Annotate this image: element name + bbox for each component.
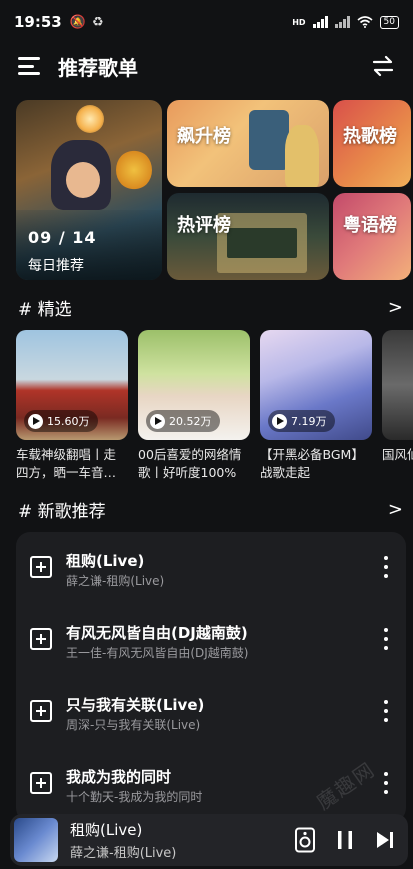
daily-date: 09 / 14 — [28, 228, 97, 247]
soar-chart-card[interactable]: 飙升榜 — [167, 100, 329, 187]
add-song-icon[interactable] — [30, 556, 52, 578]
play-count-badge: 7.19万 — [268, 410, 335, 432]
play-icon — [28, 413, 43, 429]
now-playing-cover[interactable] — [14, 818, 58, 862]
flowers-illustration — [116, 150, 152, 190]
signal-icon — [312, 16, 328, 28]
status-time: 19:53 — [14, 13, 62, 31]
speaker-icon[interactable] — [294, 827, 316, 853]
menu-icon[interactable] — [18, 57, 40, 75]
featured-section-header: # 精选 > — [18, 292, 403, 322]
playlist-card[interactable]: 7.19万 【开黑必备BGM】战歌走起 — [260, 330, 372, 480]
song-subtitle: 王一佳-有风无风皆自由(DJ越南鼓) — [66, 646, 249, 660]
featured-playlists: 15.60万 车载神级翻唱丨走四方，晒一车音… 20.52万 00后喜爱的网络情… — [16, 330, 413, 480]
song-row[interactable]: 有风无风皆自由(DJ越南鼓) 王一佳-有风无风皆自由(DJ越南鼓) — [16, 616, 406, 676]
playlist-card[interactable]: 15.60万 车载神级翻唱丨走四方，晒一车音… — [16, 330, 128, 480]
song-row[interactable]: 只与我有关联(Live) 周深-只与我有关联(Live) — [16, 688, 406, 748]
play-count: 7.19万 — [291, 415, 327, 428]
playlist-title: 00后喜爱的网络情歌丨好听度100% — [138, 447, 242, 480]
playlist-cover: 15.60万 — [16, 330, 128, 440]
more-options-icon[interactable] — [382, 700, 390, 722]
pause-icon[interactable] — [334, 827, 356, 853]
new-songs-section-header: # 新歌推荐 > — [18, 494, 403, 524]
add-song-icon[interactable] — [30, 628, 52, 650]
hot-songs-label: 热歌榜 — [343, 126, 397, 147]
now-playing-subtitle: 薛之谦-租购(Live) — [70, 846, 177, 861]
chart-banner-grid: 09 / 14 每日推荐 飙升榜 热歌榜 热评榜 粤语榜 — [16, 100, 411, 280]
play-count-badge: 20.52万 — [146, 410, 220, 432]
song-title: 我成为我的同时 — [66, 768, 172, 786]
play-icon — [150, 413, 165, 429]
add-song-icon[interactable] — [30, 700, 52, 722]
song-subtitle: 薛之谦-租购(Live) — [66, 574, 165, 588]
battery-icon: 50 — [379, 15, 399, 29]
song-title: 租购(Live) — [66, 552, 145, 570]
face-illustration — [66, 162, 100, 198]
playlist-cover: 20.52万 — [138, 330, 250, 440]
play-count: 20.52万 — [169, 415, 212, 428]
playlist-title: 车载神级翻唱丨走四方，晒一车音… — [16, 447, 117, 480]
playlist-cover: 7.19万 — [260, 330, 372, 440]
more-options-icon[interactable] — [382, 772, 390, 794]
daily-label: 每日推荐 — [28, 258, 84, 274]
hot-comments-card[interactable]: 热评榜 — [167, 193, 329, 280]
player-controls — [294, 827, 396, 853]
more-options-icon[interactable] — [382, 628, 390, 650]
now-playing-title: 租购(Live) — [70, 821, 143, 839]
app-notification-icon: ♻ — [91, 14, 104, 30]
window-illustration — [249, 110, 289, 170]
now-playing-info: 租购(Live) 薛之谦-租购(Live) — [70, 819, 176, 861]
more-options-icon[interactable] — [382, 556, 390, 578]
playlist-cover — [382, 330, 413, 440]
play-icon — [272, 413, 287, 429]
hot-songs-card[interactable]: 热歌榜 — [333, 100, 411, 187]
daily-recommend-card[interactable]: 09 / 14 每日推荐 — [16, 100, 162, 280]
playlist-title: 国风仙毕，此 — [382, 447, 413, 462]
hot-comments-label: 热评榜 — [177, 215, 231, 236]
song-row[interactable]: 租购(Live) 薛之谦-租购(Live) — [16, 544, 406, 604]
lamp-illustration — [76, 105, 104, 133]
status-right-icons: HD 50 — [292, 15, 399, 29]
mini-player[interactable]: 租购(Live) 薛之谦-租购(Live) — [10, 814, 408, 866]
playlist-title: 【开黑必备BGM】战歌走起 — [260, 447, 364, 480]
song-title: 只与我有关联(Live) — [66, 696, 205, 714]
add-song-icon[interactable] — [30, 772, 52, 794]
new-songs-title: # 新歌推荐 — [18, 501, 106, 522]
page-title: 推荐歌单 — [58, 55, 138, 80]
play-count: 15.60万 — [47, 415, 90, 428]
network-type-label: HD — [292, 17, 306, 27]
play-count-badge: 15.60万 — [24, 410, 98, 432]
man-illustration — [285, 125, 319, 187]
song-subtitle: 十个勤天-我成为我的同时 — [66, 790, 203, 804]
status-notification-icons: 🔕 ♻ — [70, 15, 104, 30]
mute-bell-icon: 🔕 — [69, 14, 86, 30]
soar-chart-label: 飙升榜 — [177, 126, 231, 147]
featured-title: # 精选 — [18, 299, 72, 320]
app-header: 推荐歌单 — [0, 44, 413, 88]
signal-2-icon — [334, 16, 350, 28]
wifi-icon — [357, 16, 373, 28]
song-title: 有风无风皆自由(DJ越南鼓) — [66, 624, 248, 642]
featured-more-arrow-icon[interactable]: > — [388, 297, 403, 318]
song-subtitle: 周深-只与我有关联(Live) — [66, 718, 201, 732]
next-track-icon[interactable] — [374, 827, 396, 853]
playlist-card[interactable]: 20.52万 00后喜爱的网络情歌丨好听度100% — [138, 330, 250, 480]
cantonese-chart-label: 粤语榜 — [343, 215, 397, 236]
playlist-card[interactable]: 国风仙毕，此 — [382, 330, 413, 480]
cantonese-chart-card[interactable]: 粤语榜 — [333, 193, 411, 280]
status-bar: 19:53 🔕 ♻ HD 50 — [0, 0, 413, 44]
storefront-window-illustration — [227, 228, 297, 258]
new-songs-more-arrow-icon[interactable]: > — [388, 499, 403, 520]
swap-icon[interactable] — [371, 54, 395, 78]
